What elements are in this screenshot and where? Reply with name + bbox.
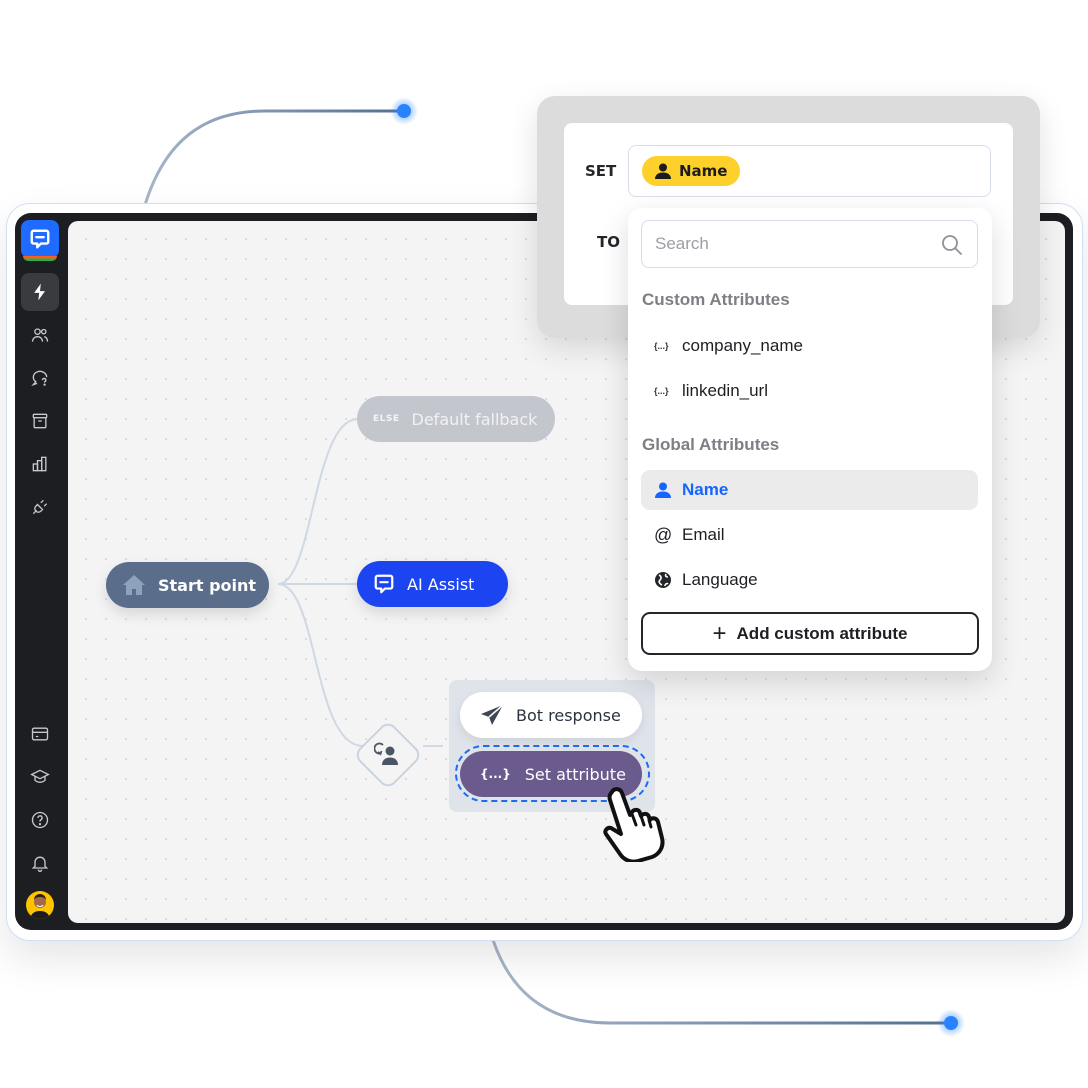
custom-attributes-heading: Custom Attributes [642, 290, 790, 309]
search-field[interactable] [641, 220, 978, 268]
chat-question-icon [31, 370, 48, 387]
sidebar-item-help[interactable] [21, 801, 59, 839]
item-label: linkedin_url [682, 381, 768, 400]
button-label: Add custom attribute [736, 623, 908, 643]
sidebar-item-contacts[interactable] [21, 316, 59, 354]
person-icon [655, 163, 671, 179]
to-label: TO [597, 233, 620, 251]
global-attribute-item-name[interactable]: Name [641, 470, 978, 510]
hand-cursor-icon [603, 787, 665, 862]
edge-to-handoff [277, 583, 364, 747]
sidebar-item-archive[interactable] [21, 402, 59, 440]
node-default-fallback[interactable]: ELSE Default fallback [357, 396, 555, 442]
sidebar-item-reports[interactable] [21, 445, 59, 483]
item-label: Name [682, 480, 729, 499]
user-avatar[interactable] [26, 891, 54, 919]
custom-attribute-item[interactable]: {...} company_name [641, 326, 978, 366]
variable-icon: {...} [480, 767, 511, 781]
lightning-icon [34, 283, 45, 301]
add-custom-attribute-button[interactable]: + Add custom attribute [641, 612, 979, 655]
node-label: AI Assist [407, 574, 475, 594]
attribute-dropdown: Custom Attributes {...} company_name {..… [628, 208, 992, 671]
credit-card-icon [31, 727, 49, 741]
item-label: company_name [682, 336, 803, 355]
bell-icon [31, 856, 49, 872]
node-label: Start point [158, 575, 257, 595]
chat-logo-icon[interactable] [21, 220, 59, 258]
search-input[interactable] [655, 234, 915, 254]
connector-top [143, 109, 403, 206]
item-label: Email [682, 525, 725, 544]
sidebar-item-integrations[interactable] [21, 488, 59, 526]
else-tag: ELSE [373, 414, 400, 424]
node-label: Bot response [516, 705, 621, 725]
plus-icon: + [712, 619, 727, 647]
global-attribute-item-email[interactable]: @ Email [641, 515, 978, 555]
node-ai-assist[interactable]: AI Assist [357, 561, 508, 607]
user-transfer-icon [370, 736, 406, 772]
plug-icon [32, 499, 48, 515]
global-attribute-item-language[interactable]: Language [641, 560, 978, 600]
sidebar-item-academy[interactable] [21, 758, 59, 796]
chip-label: Name [679, 162, 728, 180]
at-icon: @ [654, 524, 673, 545]
search-icon [942, 235, 962, 255]
node-label: Default fallback [411, 409, 538, 429]
help-icon [31, 811, 49, 829]
set-attribute-field[interactable]: Name [628, 145, 991, 197]
sidebar-item-automations[interactable] [21, 273, 59, 311]
node-start-point[interactable]: Start point [106, 562, 269, 608]
globe-icon [654, 571, 682, 589]
sidebar-item-billing[interactable] [21, 715, 59, 753]
variable-icon: {...} [654, 386, 669, 396]
node-bot-response[interactable]: Bot response [460, 692, 642, 738]
person-icon [654, 481, 682, 499]
chat-logo-icon [373, 573, 395, 595]
custom-attribute-item[interactable]: {...} linkedin_url [641, 371, 978, 411]
sidebar-item-notifications[interactable] [21, 844, 59, 882]
connector-bottom [491, 939, 950, 1025]
global-attributes-heading: Global Attributes [642, 435, 780, 454]
archive-icon [32, 413, 48, 429]
home-icon [122, 574, 146, 596]
send-icon [480, 704, 504, 726]
set-label: SET [585, 162, 617, 180]
sidebar-item-inbox[interactable] [21, 359, 59, 397]
sidebar [15, 213, 67, 930]
users-icon [31, 328, 49, 342]
bar-chart-icon [32, 456, 47, 472]
logo-accent [23, 256, 57, 261]
item-label: Language [682, 570, 758, 589]
selected-attribute-chip[interactable]: Name [642, 156, 741, 186]
edge-to-else [277, 418, 358, 585]
variable-icon: {...} [654, 341, 669, 351]
graduation-cap-icon [30, 769, 50, 783]
